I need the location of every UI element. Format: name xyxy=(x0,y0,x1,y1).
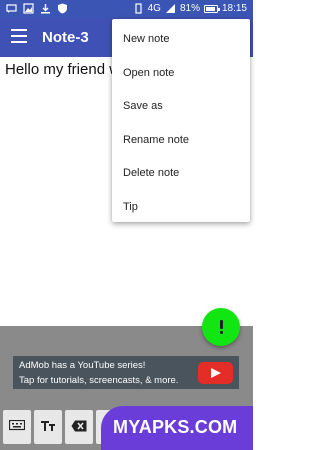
note-text[interactable]: Hello my friend w xyxy=(5,61,120,78)
exclamation-icon xyxy=(220,320,223,329)
download-icon xyxy=(41,4,50,14)
ad-banner[interactable]: AdMob has a YouTube series! Tap for tuto… xyxy=(13,356,239,389)
clock: 18:15 xyxy=(221,3,247,14)
menu-item-new-note[interactable]: New note xyxy=(112,23,250,57)
vibrate-icon xyxy=(135,3,142,14)
page-title: Note-3 xyxy=(42,29,89,46)
menu-item-delete-note[interactable]: Delete note xyxy=(112,157,250,191)
exclamation-dot xyxy=(220,331,223,334)
overflow-menu: New note Open note Save as Rename note D… xyxy=(112,19,250,222)
ad-subtext: Tap for tutorials, screencasts, & more. xyxy=(19,375,179,386)
hamburger-menu-icon[interactable] xyxy=(11,29,27,43)
keyboard-icon xyxy=(9,420,25,431)
battery-icon xyxy=(203,4,220,13)
network-type: 4G xyxy=(147,3,161,14)
backspace-icon xyxy=(71,420,87,432)
status-right: 4G 81% 18:15 xyxy=(133,3,247,14)
shield-icon xyxy=(58,3,67,14)
backspace-button[interactable] xyxy=(65,410,93,444)
status-bar: 4G 81% 18:15 xyxy=(0,0,253,18)
text-size-icon xyxy=(41,421,55,431)
watermark: MYAPKS.COM xyxy=(101,406,253,450)
menu-item-rename-note[interactable]: Rename note xyxy=(112,124,250,158)
status-left-icons xyxy=(6,3,68,14)
watermark-text: MYAPKS.COM xyxy=(113,417,238,437)
youtube-play-icon xyxy=(198,362,233,384)
menu-item-save-as[interactable]: Save as xyxy=(112,90,250,124)
ad-headline: AdMob has a YouTube series! xyxy=(19,360,146,371)
signal-icon xyxy=(165,4,175,13)
text-size-button[interactable] xyxy=(34,410,62,444)
message-icon xyxy=(6,4,17,13)
menu-item-open-note[interactable]: Open note xyxy=(112,57,250,91)
image-icon xyxy=(23,3,34,14)
battery-percent: 81% xyxy=(179,3,200,14)
keyboard-button[interactable] xyxy=(3,410,31,444)
warning-fab-button[interactable] xyxy=(202,308,240,346)
menu-item-tip[interactable]: Tip xyxy=(112,191,250,225)
